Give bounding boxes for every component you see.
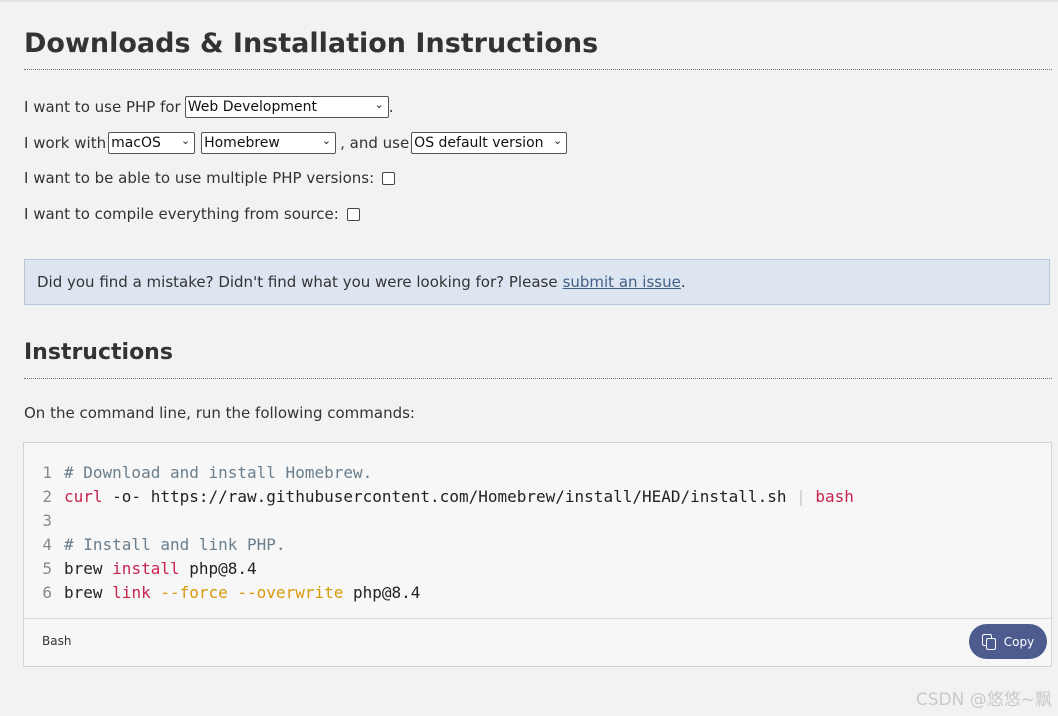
code-block: 1 # Download and install Homebrew. 2 cur… bbox=[23, 442, 1052, 667]
compile-source-checkbox[interactable] bbox=[346, 207, 360, 221]
title-divider bbox=[24, 69, 1052, 70]
code-line: 1 # Download and install Homebrew. bbox=[24, 461, 854, 485]
line-number: 5 bbox=[42, 559, 52, 578]
submit-issue-link[interactable]: submit an issue bbox=[563, 273, 681, 291]
code-line: 2 curl -o- https://raw.githubusercontent… bbox=[24, 485, 854, 509]
code-args: php@8.4 bbox=[343, 583, 421, 602]
copy-icon bbox=[981, 633, 996, 650]
code-footer: Bash Copy bbox=[24, 618, 1051, 666]
page-title: Downloads & Installation Instructions bbox=[24, 28, 599, 59]
feedback-notice: Did you find a mistake? Didn't find what… bbox=[24, 259, 1050, 305]
os-select-wrap: macOS ⌄ bbox=[108, 131, 196, 154]
use-php-for-select-wrap: Web Development ⌄ bbox=[184, 95, 389, 118]
code-lines[interactable]: 1 # Download and install Homebrew. 2 cur… bbox=[24, 461, 854, 605]
copy-button-label: Copy bbox=[1003, 634, 1035, 649]
top-border bbox=[0, 0, 1058, 2]
code-pipe: | bbox=[796, 487, 806, 506]
use-php-for-row: I want to use PHP for Web Development ⌄ … bbox=[24, 95, 394, 118]
code-prefix: brew bbox=[64, 559, 113, 578]
instructions-divider bbox=[24, 378, 1052, 379]
page: Downloads & Installation Instructions I … bbox=[0, 0, 1058, 716]
code-command: install bbox=[112, 559, 180, 578]
code-args: php@8.4 bbox=[179, 559, 257, 578]
code-line: 5 brew install php@8.4 bbox=[24, 557, 854, 581]
code-command: link bbox=[112, 583, 151, 602]
watermark: CSDN @悠悠~飘 bbox=[915, 690, 1052, 710]
code-command: bash bbox=[805, 487, 854, 506]
multiple-versions-row: I want to be able to use multiple PHP ve… bbox=[24, 167, 396, 189]
compile-source-label: I want to compile everything from source… bbox=[24, 205, 339, 223]
code-flag: --force bbox=[150, 583, 228, 602]
notice-suffix: . bbox=[680, 273, 686, 291]
line-number: 1 bbox=[42, 463, 52, 482]
os-select[interactable]: macOS bbox=[108, 132, 196, 154]
multiple-versions-label: I want to be able to use multiple PHP ve… bbox=[24, 169, 375, 187]
code-args: -o- https://raw.githubusercontent.com/Ho… bbox=[102, 487, 797, 506]
compile-source-row: I want to compile everything from source… bbox=[24, 203, 360, 225]
copy-button[interactable]: Copy bbox=[969, 624, 1047, 659]
code-flag: --overwrite bbox=[227, 583, 344, 602]
line-number: 2 bbox=[42, 487, 52, 506]
use-php-for-select[interactable]: Web Development bbox=[184, 96, 389, 118]
version-select[interactable]: OS default version bbox=[411, 132, 568, 154]
code-line: 4 # Install and link PHP. bbox=[24, 533, 854, 557]
code-comment: # Download and install Homebrew. bbox=[64, 463, 373, 482]
code-command: curl bbox=[64, 487, 103, 506]
multiple-versions-checkbox[interactable] bbox=[382, 171, 396, 185]
code-language-label: Bash bbox=[42, 634, 72, 648]
work-with-row: I work with macOS ⌄ Homebrew ⌄ , and use… bbox=[24, 131, 571, 154]
use-php-for-suffix: . bbox=[388, 97, 394, 116]
line-number: 4 bbox=[42, 535, 52, 554]
instructions-heading: Instructions bbox=[24, 340, 173, 365]
install-method-select[interactable]: Homebrew bbox=[201, 132, 337, 154]
notice-text: Did you find a mistake? Didn't find what… bbox=[37, 273, 558, 291]
line-number: 3 bbox=[42, 511, 52, 530]
use-php-for-label: I want to use PHP for bbox=[24, 97, 181, 116]
line-number: 6 bbox=[42, 583, 52, 602]
version-select-wrap: OS default version ⌄ bbox=[411, 131, 568, 154]
code-line: 6 brew link --force --overwrite php@8.4 bbox=[24, 581, 854, 605]
method-select-wrap: Homebrew ⌄ bbox=[201, 131, 337, 154]
code-prefix: brew bbox=[64, 583, 113, 602]
and-use-label: , and use bbox=[340, 133, 410, 152]
instructions-intro: On the command line, run the following c… bbox=[24, 404, 415, 422]
work-with-label: I work with bbox=[24, 133, 107, 152]
code-line: 3 bbox=[24, 509, 854, 533]
code-comment: # Install and link PHP. bbox=[64, 535, 286, 554]
